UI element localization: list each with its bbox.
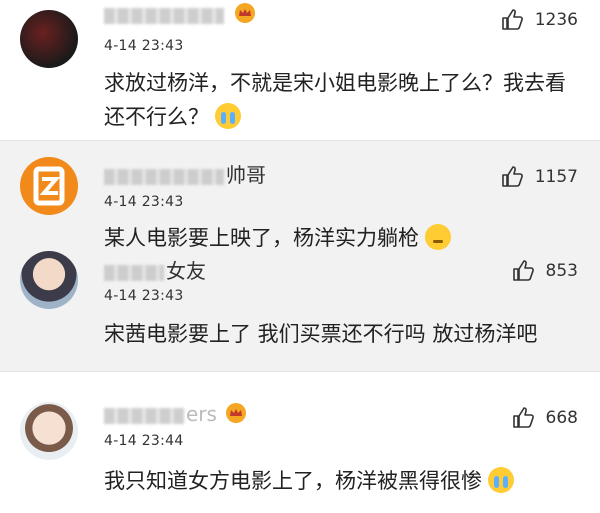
thumbs-up-icon: [512, 407, 534, 428]
comment-text: 我只知道女方电影上了，杨洋被黑得很惨: [104, 464, 570, 498]
username[interactable]: [104, 2, 256, 26]
timestamp: 4-14 23:44: [104, 433, 184, 449]
crown-badge-icon: [225, 403, 246, 423]
like-button[interactable]: 668: [512, 406, 578, 430]
avatar[interactable]: [20, 402, 78, 460]
comment-item: ers 4-14 23:44 668 我只知道女方电影上了，杨洋被黑得很惨: [0, 380, 600, 513]
avatar[interactable]: [20, 251, 78, 309]
like-button[interactable]: 853: [512, 259, 578, 283]
comment-text: 宋茜电影要上了 我们买票还不行吗 放过杨洋吧: [104, 322, 538, 346]
like-count: 668: [545, 408, 578, 428]
avatar[interactable]: [20, 10, 78, 68]
comment-group-highlight: 帅哥 4-14 23:43 1157 某人电影要上映了，杨洋实力躺枪 女友 4-…: [0, 140, 600, 372]
thumbs-up-icon: [501, 9, 523, 30]
thumbs-up-icon: [512, 260, 534, 281]
thinking-face-icon: [425, 224, 451, 250]
crying-face-icon: [488, 467, 514, 493]
username[interactable]: 帅哥: [104, 159, 266, 188]
comment-item: 4-14 23:43 1236 求放过杨洋，不就是宋小姐电影晚上了么？我去看还不…: [0, 0, 600, 140]
like-count: 853: [545, 261, 578, 281]
timestamp: 4-14 23:43: [104, 38, 184, 54]
crying-face-icon: [215, 103, 241, 129]
like-button[interactable]: 1157: [501, 165, 578, 189]
like-button[interactable]: 1236: [501, 8, 578, 32]
timestamp: 4-14 23:43: [104, 194, 184, 210]
comment-text: 某人电影要上映了，杨洋实力躺枪: [104, 221, 570, 255]
crown-badge-icon: [235, 3, 255, 23]
like-count: 1236: [534, 10, 578, 30]
avatar-logo-icon: [33, 166, 65, 206]
username[interactable]: ers: [104, 402, 247, 426]
like-count: 1157: [534, 167, 578, 187]
avatar[interactable]: [20, 157, 78, 215]
username[interactable]: 女友: [104, 255, 206, 284]
comment-text: 求放过杨洋，不就是宋小姐电影晚上了么？我去看还不行么？: [104, 71, 566, 129]
timestamp: 4-14 23:43: [104, 288, 184, 304]
thumbs-up-icon: [501, 166, 523, 187]
